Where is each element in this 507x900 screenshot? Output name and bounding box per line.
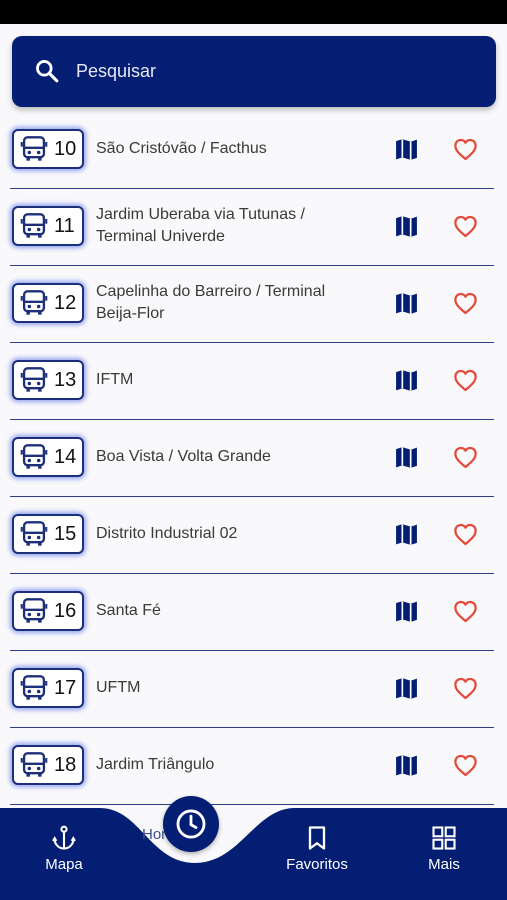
route-name: Capelinha do Barreiro / Terminal Beija-F… [96, 283, 326, 322]
route-number-badge: 14 [12, 437, 84, 477]
horarios-fab-button[interactable] [163, 796, 219, 852]
route-row[interactable]: 10 São Cristóvão / Facthus [0, 112, 507, 189]
search-input[interactable] [76, 52, 476, 90]
route-row[interactable]: 12 Capelinha do Barreiro / Terminal Beija… [0, 266, 507, 343]
grid-icon [432, 826, 456, 850]
bus-icon [20, 213, 48, 238]
route-number-badge: 10 [12, 129, 84, 169]
route-row[interactable]: 15 Distrito Industrial 02 [0, 497, 507, 574]
route-row[interactable]: 18 Jardim Triângulo [0, 728, 507, 805]
route-name: São Cristóvão / Facthus [96, 140, 267, 157]
bookmark-icon [308, 826, 326, 850]
bus-icon [20, 752, 48, 777]
route-number: 14 [54, 445, 77, 468]
nav-favoritos-label: Favoritos [286, 856, 348, 873]
route-list: 10 São Cristóvão / Facthus 11 Jardim Uberab… [0, 112, 507, 805]
heart-icon[interactable] [452, 598, 479, 625]
bus-icon [20, 290, 48, 315]
nav-mais-label: Mais [428, 856, 460, 873]
route-name: Santa Fé [96, 602, 161, 619]
map-icon[interactable] [394, 214, 419, 239]
route-number-badge: 16 [12, 591, 84, 631]
route-number: 16 [54, 599, 77, 622]
nav-mapa[interactable]: Mapa [14, 824, 114, 873]
route-number: 17 [54, 676, 77, 699]
nav-favoritos[interactable]: Favoritos [267, 824, 367, 873]
heart-icon[interactable] [452, 290, 479, 317]
map-icon[interactable] [394, 676, 419, 701]
map-icon[interactable] [394, 445, 419, 470]
bus-icon [20, 136, 48, 161]
route-row[interactable]: 16 Santa Fé [0, 574, 507, 651]
heart-icon[interactable] [452, 752, 479, 779]
route-name: Jardim Triângulo [96, 756, 215, 773]
map-icon[interactable] [394, 753, 419, 778]
map-icon[interactable] [394, 291, 419, 316]
route-row[interactable]: 13 IFTM [0, 343, 507, 420]
anchor-icon [52, 825, 76, 850]
route-name: UFTM [96, 679, 141, 696]
route-number: 13 [54, 368, 77, 391]
bus-icon [20, 598, 48, 623]
heart-icon[interactable] [452, 675, 479, 702]
heart-icon[interactable] [452, 444, 479, 471]
route-number-badge: 15 [12, 514, 84, 554]
bus-icon [20, 675, 48, 700]
route-number-badge: 11 [12, 206, 84, 246]
heart-icon[interactable] [452, 213, 479, 240]
bus-icon [20, 521, 48, 546]
route-name: Distrito Industrial 02 [96, 525, 238, 542]
screen: 10 São Cristóvão / Facthus 11 Jardim Uberab… [0, 24, 507, 900]
route-number-badge: 12 [12, 283, 84, 323]
heart-icon[interactable] [452, 521, 479, 548]
search-icon [36, 60, 59, 83]
route-row[interactable]: 17 UFTM [0, 651, 507, 728]
map-icon[interactable] [394, 599, 419, 624]
heart-icon[interactable] [452, 136, 479, 163]
route-number: 15 [54, 522, 77, 545]
bus-icon [20, 444, 48, 469]
route-row[interactable]: 11 Jardim Uberaba via Tutunas / Terminal … [0, 189, 507, 266]
route-name: Boa Vista / Volta Grande [96, 448, 271, 465]
bus-icon [20, 367, 48, 392]
route-number-badge: 17 [12, 668, 84, 708]
map-icon[interactable] [394, 137, 419, 162]
nav-mais[interactable]: Mais [394, 824, 494, 873]
heart-icon[interactable] [452, 367, 479, 394]
route-number-badge: 13 [12, 360, 84, 400]
route-number: 18 [54, 753, 77, 776]
nav-mapa-label: Mapa [45, 856, 83, 873]
route-number-badge: 18 [12, 745, 84, 785]
route-row[interactable]: 14 Boa Vista / Volta Grande [0, 420, 507, 497]
clock-icon [176, 809, 206, 839]
search-bar[interactable] [12, 36, 496, 107]
route-name: IFTM [96, 371, 134, 388]
route-number: 11 [54, 214, 75, 237]
map-icon[interactable] [394, 368, 419, 393]
route-number: 12 [54, 291, 77, 314]
route-name: Jardim Uberaba via Tutunas / Terminal Un… [96, 206, 305, 245]
map-icon[interactable] [394, 522, 419, 547]
route-number: 10 [54, 137, 77, 160]
